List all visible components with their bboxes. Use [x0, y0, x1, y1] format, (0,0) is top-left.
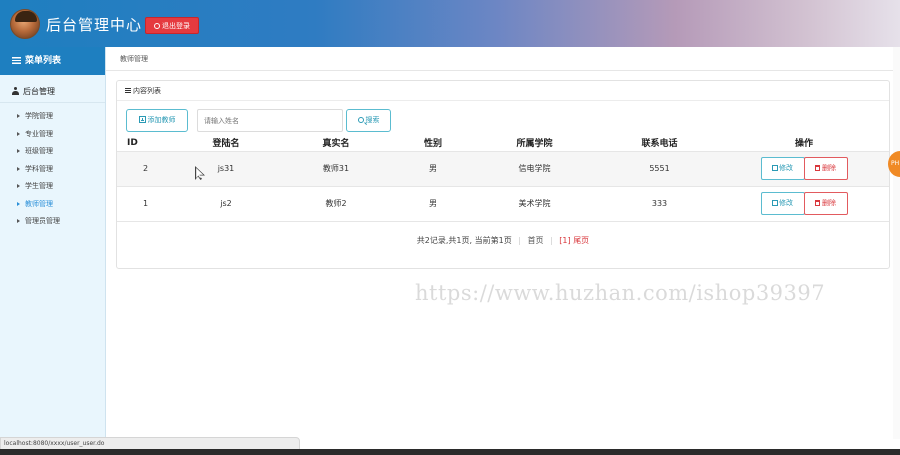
column-header-phone: 联系电话 — [641, 139, 678, 150]
column-header-gender: 性别 — [423, 139, 442, 150]
last-page-link[interactable]: 尾页 — [573, 236, 589, 245]
os-taskbar — [0, 449, 900, 455]
sidebar-item-major[interactable]: 专业管理 — [0, 126, 105, 144]
sidebar-item-label: 管理员管理 — [25, 217, 60, 225]
pagination-summary: 共2记录,共1页, 当前第1页 — [416, 235, 512, 245]
caret-right-icon — [17, 184, 20, 188]
watermark: https://www.huzhan.com/ishop39397 — [415, 281, 826, 305]
cell-id: 2 — [117, 150, 177, 186]
cell-realname: 教师2 — [275, 185, 397, 221]
search-icon — [357, 117, 364, 123]
cell-login: js2 — [177, 185, 275, 221]
cell-gender: 男 — [397, 185, 469, 221]
list-icon — [125, 88, 131, 93]
column-header-realname: 真实名 — [322, 139, 350, 150]
menu-title: 菜单列表 — [25, 56, 62, 66]
app-title: 后台管理中心 — [46, 16, 143, 34]
pagination-divider: | — [550, 235, 553, 245]
edit-label: 修改 — [779, 199, 793, 207]
breadcrumb: 教师管理 — [106, 47, 900, 71]
power-icon — [154, 23, 160, 29]
top-header: 后台管理中心 退出登录 — [0, 0, 900, 47]
sidebar-item-class[interactable]: 班级管理 — [0, 143, 105, 161]
cell-login: js31 — [177, 150, 275, 186]
search-input[interactable] — [197, 109, 343, 132]
trash-icon — [815, 165, 820, 171]
cell-gender: 男 — [397, 150, 469, 186]
sidebar-item-student[interactable]: 学生管理 — [0, 178, 105, 196]
column-header-id: ID — [127, 137, 138, 148]
breadcrumb-current: 教师管理 — [120, 55, 148, 63]
cell-phone: 5551 — [600, 150, 719, 186]
search-button[interactable]: 搜索 — [346, 109, 391, 132]
sidebar-item-label: 教师管理 — [25, 199, 53, 208]
edit-icon — [772, 165, 778, 171]
sidebar-item-admin[interactable]: 管理员管理 — [0, 213, 105, 231]
delete-button[interactable]: 删除 — [803, 192, 848, 215]
delete-button[interactable]: 删除 — [803, 157, 848, 180]
sidebar-item-label: 专业管理 — [25, 129, 53, 138]
pagination-divider: | — [518, 235, 521, 245]
delete-label: 删除 — [822, 199, 836, 207]
sidebar-group-admin[interactable]: 后台管理 — [0, 81, 105, 103]
table-row: 2 js31 教师31 男 信电学院 5551 修改 删除 — [117, 150, 889, 186]
caret-right-icon — [17, 166, 20, 171]
cell-phone: 333 — [600, 185, 719, 221]
cell-actions: 修改 删除 — [719, 150, 889, 186]
pagination-row: 共2记录,共1页, 当前第1页 | 首页 | [1] 尾页 — [117, 220, 889, 259]
teacher-table: ID 登陆名 真实名 性别 所属学院 联系电话 操作 2 js31 教师31 男… — [117, 135, 889, 259]
sidebar-item-label: 学院管理 — [25, 112, 53, 120]
edit-icon — [772, 200, 778, 206]
caret-right-icon — [17, 131, 20, 136]
page-scrollbar[interactable] — [893, 47, 900, 439]
current-page-link[interactable]: [1] — [559, 236, 570, 245]
column-header-actions: 操作 — [794, 139, 813, 150]
sidebar-item-label: 学生管理 — [25, 182, 53, 190]
search-label: 搜索 — [365, 116, 380, 124]
add-teacher-button[interactable]: 添加教师 — [126, 109, 188, 132]
table-header-row: ID 登陆名 真实名 性别 所属学院 联系电话 操作 — [117, 135, 889, 151]
edit-label: 修改 — [779, 164, 793, 172]
sidebar-item-college[interactable]: 学院管理 — [0, 108, 105, 126]
trash-icon — [815, 200, 820, 206]
cell-id: 1 — [117, 185, 177, 221]
add-teacher-label: 添加教师 — [147, 116, 176, 124]
avatar — [10, 9, 40, 39]
menu-header: 菜单列表 — [0, 47, 105, 75]
table-row: 1 js2 教师2 男 美术学院 333 修改 删除 — [117, 185, 889, 221]
sidebar-item-teacher[interactable]: 教师管理 — [0, 196, 105, 214]
group-title: 后台管理 — [23, 87, 55, 96]
cell-realname: 教师31 — [275, 150, 397, 186]
panel-header: 内容列表 — [117, 81, 889, 101]
user-icon — [12, 87, 19, 95]
panel-title: 内容列表 — [133, 87, 161, 95]
caret-right-icon — [17, 149, 20, 153]
column-header-college: 所属学院 — [516, 139, 553, 150]
sidebar-item-subject[interactable]: 学科管理 — [0, 161, 105, 179]
sidebar-menu-list: 学院管理 专业管理 班级管理 学科管理 学生管理 教师管理 管理员管理 — [0, 108, 105, 231]
column-header-login: 登陆名 — [212, 139, 240, 150]
logout-label: 退出登录 — [162, 22, 190, 30]
plus-square-icon — [138, 116, 146, 123]
first-page-link[interactable]: 首页 — [528, 236, 544, 245]
edit-button[interactable]: 修改 — [760, 157, 805, 180]
logout-button[interactable]: 退出登录 — [145, 17, 199, 34]
toolbar: 添加教师 搜索 — [117, 101, 889, 135]
sidebar-item-label: 班级管理 — [25, 147, 53, 155]
cell-college: 信电学院 — [469, 150, 600, 186]
caret-right-icon — [17, 219, 20, 223]
sidebar: 菜单列表 后台管理 学院管理 专业管理 班级管理 学科管理 学生管理 教师管理 … — [0, 47, 106, 439]
sidebar-item-label: 学科管理 — [25, 164, 53, 173]
content-panel: 内容列表 添加教师 搜索 ID 登陆名 真实名 性别 所属学院 联系电话 操作 … — [116, 80, 890, 269]
caret-right-icon — [17, 114, 20, 118]
cell-college: 美术学院 — [469, 185, 600, 221]
pagination: 共2记录,共1页, 当前第1页 | 首页 | [1] 尾页 — [117, 220, 889, 259]
delete-label: 删除 — [822, 164, 836, 172]
caret-right-icon — [17, 201, 20, 206]
edit-button[interactable]: 修改 — [760, 192, 805, 215]
list-icon — [12, 57, 21, 64]
cell-actions: 修改 删除 — [719, 185, 889, 221]
